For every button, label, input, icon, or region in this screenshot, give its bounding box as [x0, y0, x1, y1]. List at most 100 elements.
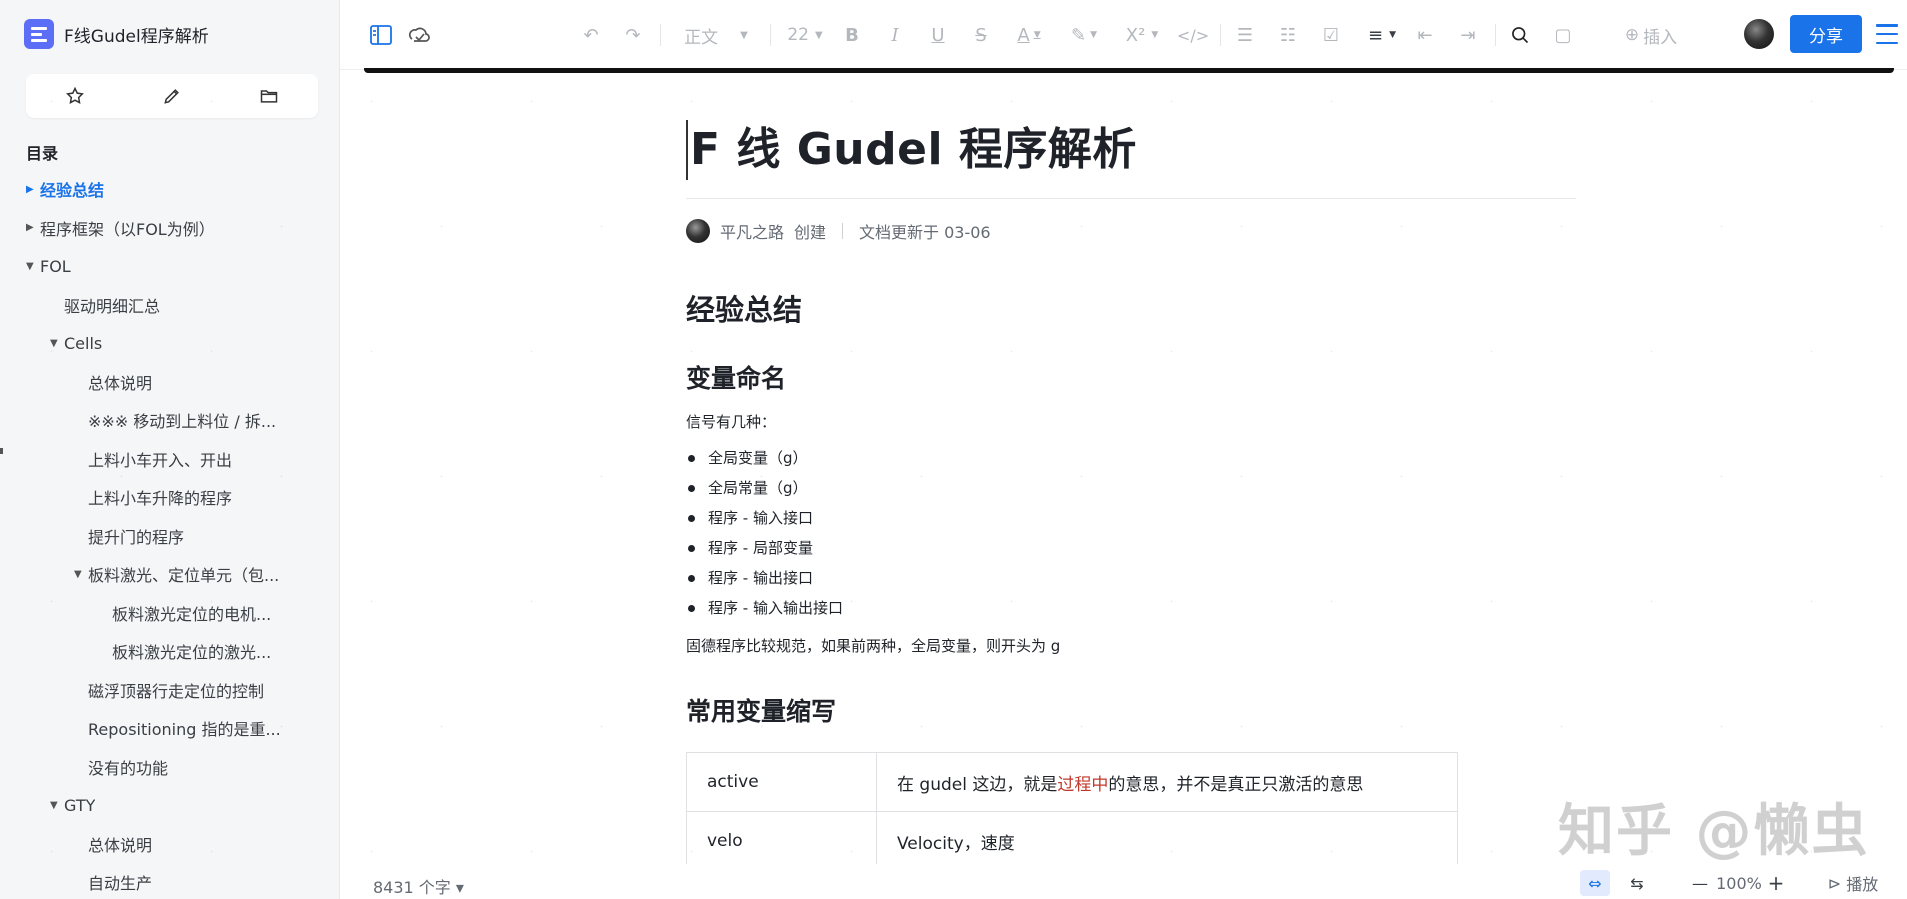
- indent-icon[interactable]: ⇥: [1453, 20, 1483, 50]
- caret-down-icon[interactable]: ▼: [50, 338, 64, 349]
- list-item[interactable]: 程序 - 输出接口: [686, 563, 1576, 593]
- zoom-out-icon[interactable]: —: [1690, 870, 1710, 896]
- table-cell-key[interactable]: velo: [686, 811, 877, 871]
- naming-note[interactable]: 固德程序比较规范，如果前两种，全局变量，则开头为 g: [686, 635, 1576, 656]
- table-cell-desc[interactable]: Velocity，速度: [876, 811, 1458, 871]
- list-item[interactable]: 全局常量（g）: [686, 473, 1576, 503]
- folder-icon[interactable]: [251, 78, 287, 114]
- table-cell-key[interactable]: active: [686, 752, 877, 812]
- caret-right-icon[interactable]: ▶: [26, 222, 40, 233]
- doc-title-bar[interactable]: F线Gudel程序解析: [24, 18, 209, 50]
- heading-variable-naming[interactable]: 变量命名: [686, 359, 1576, 395]
- list-item[interactable]: 程序 - 局部变量: [686, 533, 1576, 563]
- toc-item[interactable]: 上料小车升降的程序: [26, 478, 326, 517]
- play-icon: ⊳: [1827, 873, 1842, 893]
- list-item[interactable]: 程序 - 输入输出接口: [686, 593, 1576, 623]
- watermark-mark: ·: [367, 344, 378, 361]
- font-size-select[interactable]: 22 ▼: [780, 20, 830, 50]
- paragraph-style-select[interactable]: 正文 ▼: [676, 20, 756, 50]
- author-name[interactable]: 平凡之路: [720, 219, 784, 243]
- toc-item[interactable]: ▶ 经验总结: [26, 170, 326, 209]
- heading-summary[interactable]: 经验总结: [686, 287, 1576, 329]
- toc-item[interactable]: ▶ 程序框架（以FOL为例）: [26, 209, 326, 248]
- watermark-mark: ·: [1717, 719, 1728, 736]
- zoom-level[interactable]: 100%: [1716, 870, 1762, 896]
- sidebar-resize-handle[interactable]: [0, 448, 3, 454]
- toc-item[interactable]: ▼ FOL: [26, 247, 326, 286]
- toc-item[interactable]: 上料小车开入、开出: [26, 440, 326, 479]
- compact-width-icon[interactable]: ⇔: [1580, 870, 1610, 896]
- toc-item[interactable]: ※※※ 移动到上料位 / 拆...: [26, 401, 326, 440]
- insert-button[interactable]: ⊕ 插入: [1616, 20, 1686, 50]
- menu-icon[interactable]: [1876, 24, 1898, 44]
- toc-item-label: FOL: [40, 256, 71, 276]
- cloud-sync-icon[interactable]: [404, 20, 434, 50]
- italic-icon[interactable]: I: [880, 20, 910, 50]
- numbered-list-icon[interactable]: ☷: [1273, 20, 1303, 50]
- toc-item[interactable]: 总体说明: [26, 825, 326, 864]
- toc-item[interactable]: Repositioning 指的是重...: [26, 709, 326, 748]
- user-avatar[interactable]: [1744, 19, 1774, 49]
- underline-icon[interactable]: U: [923, 20, 953, 50]
- quick-action-bar: [26, 74, 318, 118]
- star-icon[interactable]: [57, 78, 93, 114]
- strikethrough-icon[interactable]: S: [966, 20, 996, 50]
- toc-item[interactable]: 板料激光定位的电机...: [26, 594, 326, 633]
- outdent-icon[interactable]: ⇤: [1410, 20, 1440, 50]
- title-divider: [686, 198, 1576, 199]
- align-icon[interactable]: ≡ ▼: [1359, 20, 1405, 50]
- toc-item[interactable]: 提升门的程序: [26, 517, 326, 556]
- toc-item[interactable]: ▼ Cells: [26, 324, 326, 363]
- play-button[interactable]: ⊳ 播放: [1818, 870, 1888, 896]
- watermark-mark: ·: [1807, 94, 1818, 111]
- superscript-icon[interactable]: X² ▼: [1119, 20, 1165, 50]
- caret-right-icon[interactable]: ▶: [26, 184, 40, 195]
- share-button[interactable]: 分享: [1790, 15, 1862, 53]
- cell-text: 的意思，并不是真正只激活的意思: [1108, 774, 1364, 795]
- author-avatar[interactable]: [686, 219, 710, 243]
- list-item[interactable]: 全局变量（g）: [686, 443, 1576, 473]
- watermark-mark: ·: [1647, 594, 1658, 611]
- redo-icon[interactable]: ↷: [618, 20, 648, 50]
- toc-item[interactable]: ▼ 板料激光、定位单元（包...: [26, 555, 326, 594]
- code-icon[interactable]: </>: [1177, 20, 1209, 50]
- watermark-mark: ·: [597, 219, 608, 236]
- caret-down-icon[interactable]: ▼: [50, 800, 64, 811]
- font-color-icon[interactable]: A ▼: [1009, 20, 1049, 50]
- watermark-mark: ·: [527, 844, 538, 861]
- toc-item-label: GTY: [64, 795, 96, 815]
- undo-icon[interactable]: ↶: [576, 20, 606, 50]
- table-cell-desc[interactable]: 在 gudel 这边，就是过程中的意思，并不是真正只激活的意思: [876, 752, 1458, 812]
- comment-icon[interactable]: ▢: [1548, 20, 1578, 50]
- document-title[interactable]: F 线 Gudel 程序解析: [686, 120, 1576, 180]
- toc-item[interactable]: 总体说明: [26, 363, 326, 402]
- meta-divider: [842, 223, 844, 239]
- caret-down-icon[interactable]: ▼: [26, 261, 40, 272]
- highlight-icon[interactable]: ✎ ▼: [1064, 20, 1104, 50]
- toc-item[interactable]: 自动生产: [26, 863, 326, 899]
- word-count[interactable]: 8431 个字 ▾: [373, 874, 464, 898]
- toc-item[interactable]: ▼ GTY: [26, 786, 326, 825]
- toc-item[interactable]: 没有的功能: [26, 748, 326, 787]
- heading-abbreviations[interactable]: 常用变量缩写: [686, 692, 1576, 728]
- signals-intro[interactable]: 信号有几种：: [686, 411, 1576, 433]
- toc-item[interactable]: 磁浮顶器行走定位的控制: [26, 671, 326, 710]
- full-width-icon[interactable]: ⇆: [1622, 870, 1652, 896]
- bold-icon[interactable]: B: [837, 20, 867, 50]
- toc-item[interactable]: 驱动明细汇总: [26, 286, 326, 325]
- toc-item[interactable]: 板料激光定位的激光...: [26, 632, 326, 671]
- watermark-mark: ·: [437, 719, 448, 736]
- font-size-label: 22: [787, 25, 809, 45]
- zoom-in-icon[interactable]: +: [1766, 870, 1786, 896]
- watermark-mark: ·: [1807, 844, 1818, 861]
- caret-down-icon[interactable]: ▼: [74, 569, 88, 580]
- checkbox-list-icon[interactable]: ☑: [1316, 20, 1346, 50]
- toc-item-label: 提升门的程序: [88, 527, 185, 547]
- toc-item-label: 总体说明: [88, 373, 153, 393]
- outline-toggle-icon[interactable]: [366, 20, 396, 50]
- watermark-mark: ·: [527, 594, 538, 611]
- list-item[interactable]: 程序 - 输入接口: [686, 503, 1576, 533]
- search-icon[interactable]: [1505, 20, 1535, 50]
- edit-icon[interactable]: [154, 78, 190, 114]
- bullet-list-icon[interactable]: ☰: [1230, 20, 1260, 50]
